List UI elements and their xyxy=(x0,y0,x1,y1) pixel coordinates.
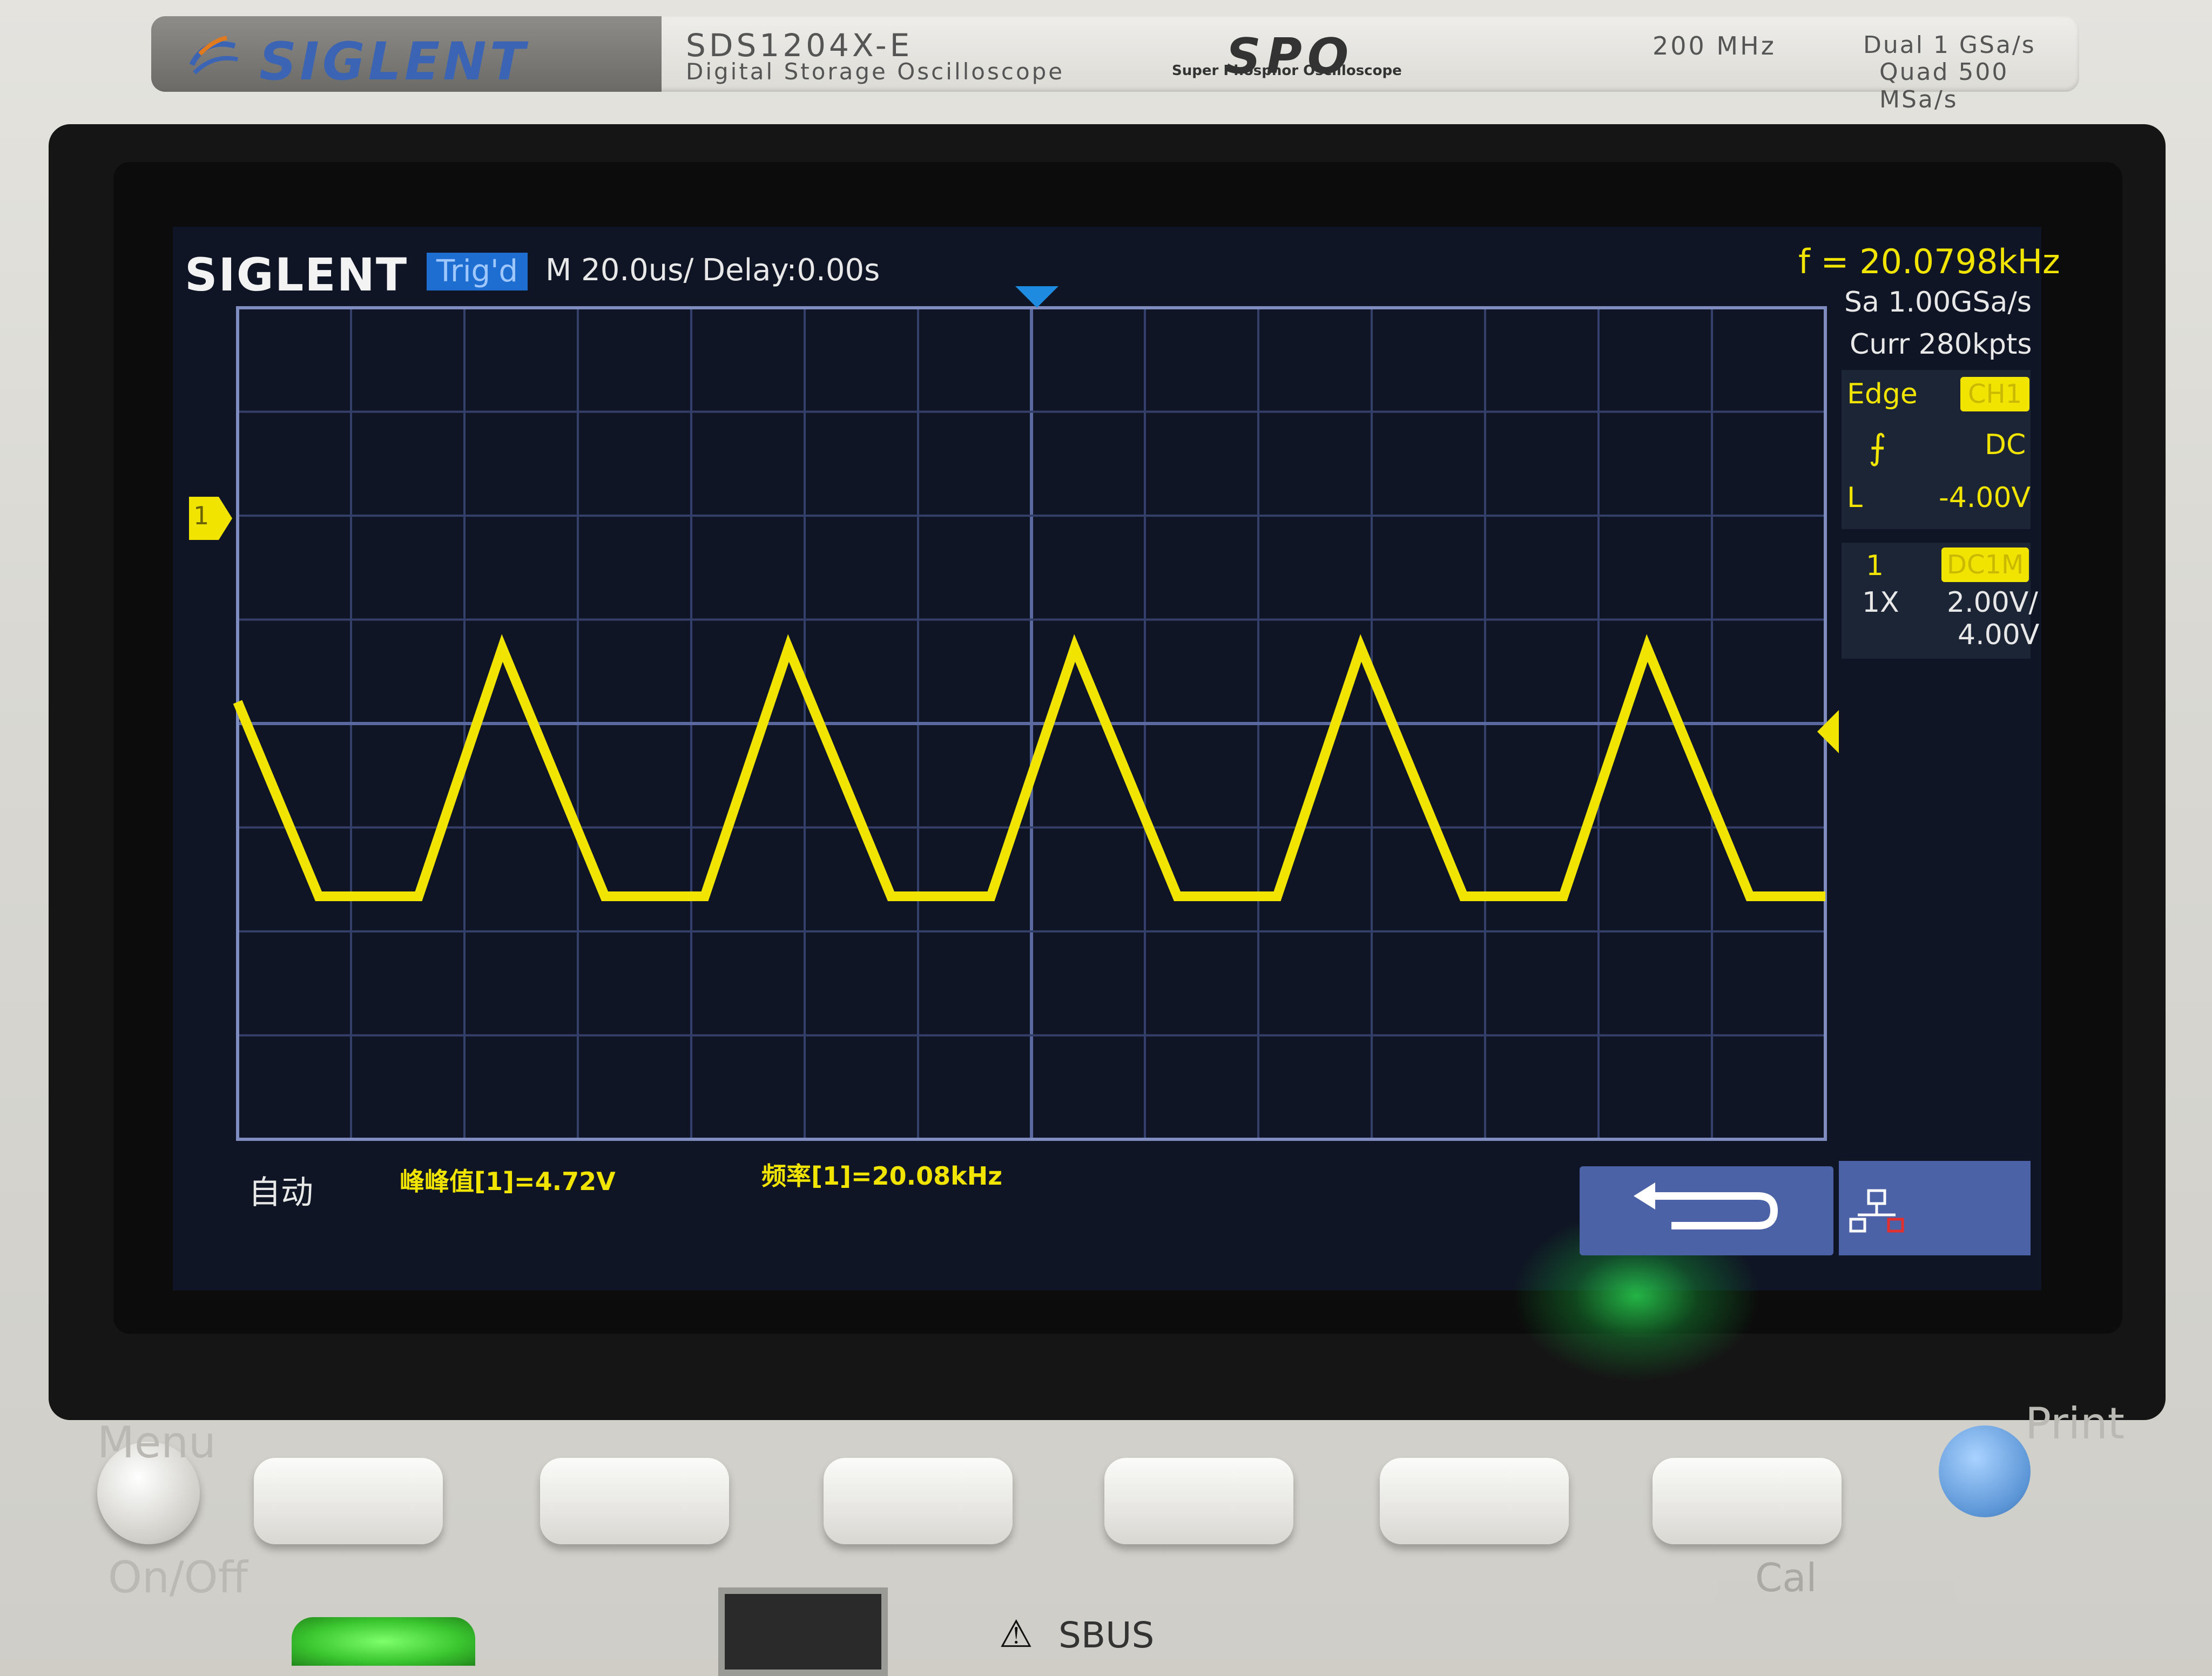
warning-icon: ⚠ xyxy=(999,1612,1033,1656)
channel1-marker-label: 1 xyxy=(193,501,210,530)
acquisition-mode: 自动 xyxy=(248,1174,313,1212)
softkey-2[interactable] xyxy=(540,1458,729,1544)
print-button[interactable] xyxy=(1939,1425,2031,1517)
spo-subtitle: Super Phosphor Oscilloscope xyxy=(1172,63,1402,79)
softkey-1[interactable] xyxy=(254,1458,443,1544)
sbus-label: SBUS xyxy=(1058,1614,1155,1656)
measurement-frequency: 频率[1]=20.08kHz xyxy=(761,1161,1002,1191)
model-description: Digital Storage Oscilloscope xyxy=(686,58,1065,85)
measurement-vpp: 峰峰值[1]=4.72V xyxy=(400,1167,616,1196)
brand-plate: SIGLENT xyxy=(151,16,662,92)
trigger-level-marker xyxy=(1817,710,1839,753)
lcd-screen: SIGLENT Trig'd M 20.0us/ Delay:0.00s f =… xyxy=(173,227,2060,1382)
calibration-terminals xyxy=(1717,1582,1955,1659)
softkey-4[interactable] xyxy=(1104,1458,1293,1544)
menu-label: Menu xyxy=(97,1417,216,1468)
sample-rate-dual: Dual 1 GSa/s xyxy=(1863,31,2036,59)
softkey-5[interactable] xyxy=(1380,1458,1569,1544)
softkey-3[interactable] xyxy=(824,1458,1013,1544)
cal-label: Cal xyxy=(1755,1555,1817,1600)
waveform-graticule xyxy=(189,286,1839,1141)
back-button[interactable] xyxy=(1580,1166,1833,1255)
softkey-6[interactable] xyxy=(1653,1458,1842,1544)
brand-logo: SIGLENT xyxy=(259,31,529,92)
usb-port xyxy=(718,1587,888,1676)
network-icon xyxy=(1849,1189,1904,1233)
sample-rate-quad: Quad 500 MSa/s xyxy=(1879,58,2009,113)
power-label: On/Off xyxy=(108,1552,248,1603)
brand-swirl-icon xyxy=(189,36,238,75)
return-arrow-icon xyxy=(1634,1182,1778,1229)
trigger-position-marker xyxy=(1015,286,1058,308)
top-label-strip: SIGLENT SDS1204X-E Digital Storage Oscil… xyxy=(151,16,2079,113)
oscilloscope-body: SIGLENT SDS1204X-E Digital Storage Oscil… xyxy=(0,0,2212,1676)
bandwidth-label: 200 MHz xyxy=(1653,31,1776,60)
print-label: Print xyxy=(2025,1398,2125,1449)
network-status[interactable] xyxy=(1839,1161,2031,1255)
